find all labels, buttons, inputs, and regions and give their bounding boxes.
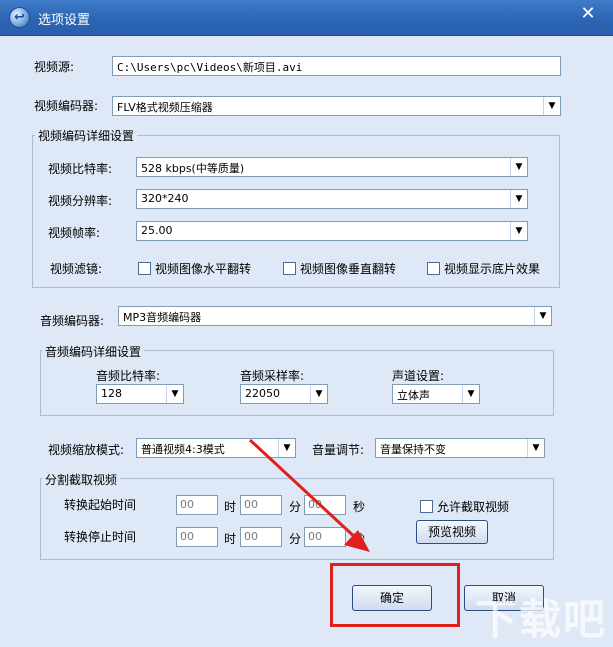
watermark-logo: 下载吧: [474, 595, 607, 644]
start-hour-input[interactable]: 00: [176, 495, 218, 515]
scale-mode-value: 普通视频4:3模式: [141, 443, 225, 456]
chevron-down-icon[interactable]: ▼: [534, 307, 551, 325]
stop-minute-input[interactable]: 00: [240, 527, 282, 547]
scale-mode-select[interactable]: 普通视频4:3模式 ▼: [136, 438, 296, 458]
volume-value: 音量保持不变: [380, 443, 446, 456]
minute-unit: 分: [289, 500, 302, 514]
chevron-down-icon[interactable]: ▼: [166, 385, 183, 403]
allow-split-label: 允许截取视频: [437, 500, 510, 514]
volume-label: 音量调节:: [312, 443, 365, 457]
filter-hflip-checkbox[interactable]: 视频图像水平翻转: [138, 260, 251, 277]
channel-value: 立体声: [397, 389, 430, 402]
video-detail-title: 视频编码详细设置: [35, 127, 138, 144]
audio-samplerate-label: 音频采样率:: [240, 369, 305, 383]
audio-encoder-select[interactable]: MP3音频编码器 ▼: [118, 306, 552, 326]
video-resolution-select[interactable]: 320*240 ▼: [136, 189, 528, 209]
start-minute-input[interactable]: 00: [240, 495, 282, 515]
video-bitrate-label: 视频比特率:: [48, 162, 113, 176]
video-encoder-label: 视频编码器:: [34, 99, 99, 113]
checkbox-icon[interactable]: [420, 500, 433, 513]
checkbox-icon[interactable]: [427, 262, 440, 275]
second-unit: 秒: [353, 532, 366, 546]
start-second-input[interactable]: 00: [304, 495, 346, 515]
chevron-down-icon[interactable]: ▼: [278, 439, 295, 457]
audio-bitrate-select[interactable]: 128 ▼: [96, 384, 184, 404]
stop-time-label: 转换停止时间: [64, 530, 137, 544]
channel-label: 声道设置:: [392, 369, 445, 383]
video-encoder-value: FLV格式视频压缩器: [117, 101, 213, 114]
split-title: 分割截取视频: [42, 471, 121, 488]
filter-negative-label: 视频显示底片效果: [444, 262, 541, 276]
scale-mode-label: 视频缩放模式:: [48, 443, 125, 457]
audio-bitrate-value: 128: [101, 387, 122, 400]
start-time-label: 转换起始时间: [64, 498, 137, 512]
audio-encoder-label: 音频编码器:: [40, 314, 105, 328]
chevron-down-icon[interactable]: ▼: [527, 439, 544, 457]
highlight-box: [330, 563, 460, 627]
split-group: [40, 478, 554, 560]
filter-vflip-checkbox[interactable]: 视频图像垂直翻转: [283, 260, 396, 277]
audio-detail-title: 音频编码详细设置: [42, 343, 145, 360]
chevron-down-icon[interactable]: ▼: [310, 385, 327, 403]
video-resolution-label: 视频分辨率:: [48, 194, 113, 208]
app-icon: ↩: [9, 7, 30, 28]
video-encoder-select[interactable]: FLV格式视频压缩器 ▼: [112, 96, 561, 116]
hour-unit: 时: [224, 532, 237, 546]
chevron-down-icon[interactable]: ▼: [462, 385, 479, 403]
audio-samplerate-select[interactable]: 22050 ▼: [240, 384, 328, 404]
volume-select[interactable]: 音量保持不变 ▼: [375, 438, 545, 458]
checkbox-icon[interactable]: [283, 262, 296, 275]
chevron-down-icon[interactable]: ▼: [543, 97, 560, 115]
audio-bitrate-label: 音频比特率:: [96, 369, 161, 383]
channel-select[interactable]: 立体声 ▼: [392, 384, 480, 404]
close-icon[interactable]: ✕: [577, 3, 599, 25]
preview-button[interactable]: 预览视频: [416, 520, 488, 544]
video-source-input[interactable]: C:\Users\pc\Videos\新项目.avi: [112, 56, 561, 76]
video-bitrate-select[interactable]: 528 kbps(中等质量) ▼: [136, 157, 528, 177]
filter-vflip-label: 视频图像垂直翻转: [300, 262, 397, 276]
allow-split-checkbox[interactable]: 允许截取视频: [420, 498, 509, 515]
minute-unit: 分: [289, 532, 302, 546]
chevron-down-icon[interactable]: ▼: [510, 190, 527, 208]
title-bar: ↩ 选项设置 ✕: [0, 0, 613, 36]
video-filter-label: 视频滤镜:: [50, 262, 103, 276]
second-unit: 秒: [353, 500, 366, 514]
filter-negative-checkbox[interactable]: 视频显示底片效果: [427, 260, 540, 277]
hour-unit: 时: [224, 500, 237, 514]
filter-hflip-label: 视频图像水平翻转: [155, 262, 252, 276]
video-framerate-select[interactable]: 25.00 ▼: [136, 221, 528, 241]
stop-second-input[interactable]: 00: [304, 527, 346, 547]
video-framerate-label: 视频帧率:: [48, 226, 101, 240]
checkbox-icon[interactable]: [138, 262, 151, 275]
video-resolution-value: 320*240: [141, 192, 189, 205]
audio-encoder-value: MP3音频编码器: [123, 311, 202, 324]
video-framerate-value: 25.00: [141, 224, 173, 237]
chevron-down-icon[interactable]: ▼: [510, 222, 527, 240]
chevron-down-icon[interactable]: ▼: [510, 158, 527, 176]
window-title: 选项设置: [38, 13, 91, 28]
audio-samplerate-value: 22050: [245, 387, 280, 400]
stop-hour-input[interactable]: 00: [176, 527, 218, 547]
video-bitrate-value: 528 kbps(中等质量): [141, 162, 245, 175]
video-source-label: 视频源:: [34, 60, 75, 74]
